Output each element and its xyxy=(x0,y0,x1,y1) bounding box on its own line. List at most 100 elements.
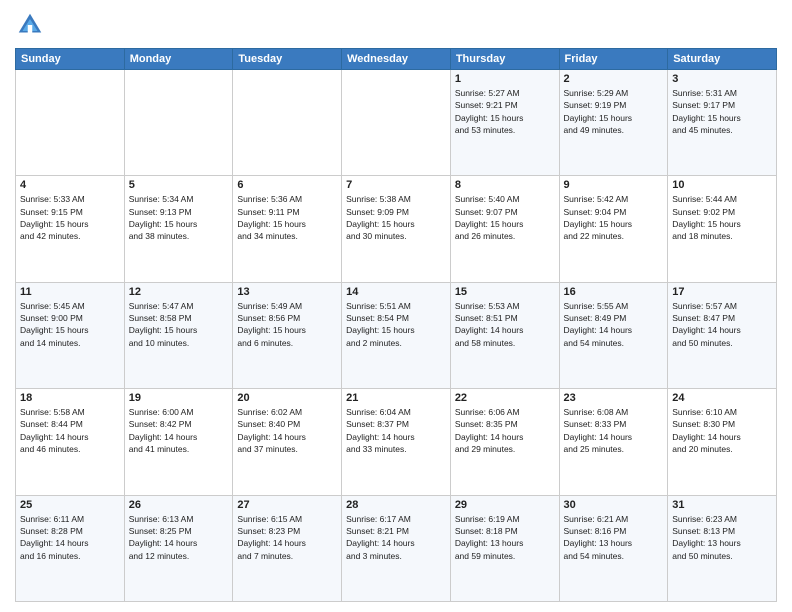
calendar-cell: 10 Sunrise: 5:44 AM Sunset: 9:02 PM Dayli… xyxy=(668,176,777,282)
day-number: 10 xyxy=(672,179,772,191)
day-info: Sunrise: 5:55 AM Sunset: 8:49 PM Dayligh… xyxy=(564,300,664,349)
day-info: Sunrise: 5:42 AM Sunset: 9:04 PM Dayligh… xyxy=(564,193,664,242)
day-number: 18 xyxy=(20,392,120,404)
calendar-cell xyxy=(124,70,233,176)
week-row-1: 1 Sunrise: 5:27 AM Sunset: 9:21 PM Daylig… xyxy=(16,70,777,176)
day-info: Sunrise: 6:00 AM Sunset: 8:42 PM Dayligh… xyxy=(129,406,229,455)
week-row-4: 18 Sunrise: 5:58 AM Sunset: 8:44 PM Dayli… xyxy=(16,389,777,495)
calendar-cell: 12 Sunrise: 5:47 AM Sunset: 8:58 PM Dayli… xyxy=(124,282,233,388)
day-number: 22 xyxy=(455,392,555,404)
day-number: 11 xyxy=(20,286,120,298)
day-number: 29 xyxy=(455,499,555,511)
header xyxy=(15,10,777,40)
calendar-cell: 17 Sunrise: 5:57 AM Sunset: 8:47 PM Dayli… xyxy=(668,282,777,388)
day-number: 19 xyxy=(129,392,229,404)
day-info: Sunrise: 6:10 AM Sunset: 8:30 PM Dayligh… xyxy=(672,406,772,455)
calendar-cell: 13 Sunrise: 5:49 AM Sunset: 8:56 PM Dayli… xyxy=(233,282,342,388)
day-info: Sunrise: 5:36 AM Sunset: 9:11 PM Dayligh… xyxy=(237,193,337,242)
day-info: Sunrise: 5:47 AM Sunset: 8:58 PM Dayligh… xyxy=(129,300,229,349)
calendar-cell: 14 Sunrise: 5:51 AM Sunset: 8:54 PM Dayli… xyxy=(342,282,451,388)
calendar-cell: 18 Sunrise: 5:58 AM Sunset: 8:44 PM Dayli… xyxy=(16,389,125,495)
calendar-cell: 20 Sunrise: 6:02 AM Sunset: 8:40 PM Dayli… xyxy=(233,389,342,495)
calendar-cell: 27 Sunrise: 6:15 AM Sunset: 8:23 PM Dayli… xyxy=(233,495,342,601)
day-info: Sunrise: 5:40 AM Sunset: 9:07 PM Dayligh… xyxy=(455,193,555,242)
weekday-wednesday: Wednesday xyxy=(342,49,451,70)
day-info: Sunrise: 6:08 AM Sunset: 8:33 PM Dayligh… xyxy=(564,406,664,455)
day-info: Sunrise: 5:33 AM Sunset: 9:15 PM Dayligh… xyxy=(20,193,120,242)
calendar-cell: 23 Sunrise: 6:08 AM Sunset: 8:33 PM Dayli… xyxy=(559,389,668,495)
day-info: Sunrise: 6:21 AM Sunset: 8:16 PM Dayligh… xyxy=(564,513,664,562)
day-number: 23 xyxy=(564,392,664,404)
calendar-cell: 26Sunrise: 6:13 AM Sunset: 8:25 PM Dayli… xyxy=(124,495,233,601)
day-info: Sunrise: 5:45 AM Sunset: 9:00 PM Dayligh… xyxy=(20,300,120,349)
day-info: Sunrise: 5:53 AM Sunset: 8:51 PM Dayligh… xyxy=(455,300,555,349)
day-number: 8 xyxy=(455,179,555,191)
calendar-cell: 1 Sunrise: 5:27 AM Sunset: 9:21 PM Daylig… xyxy=(450,70,559,176)
calendar-cell: 15 Sunrise: 5:53 AM Sunset: 8:51 PM Dayli… xyxy=(450,282,559,388)
weekday-saturday: Saturday xyxy=(668,49,777,70)
day-info: Sunrise: 5:58 AM Sunset: 8:44 PM Dayligh… xyxy=(20,406,120,455)
day-number: 1 xyxy=(455,73,555,85)
day-number: 14 xyxy=(346,286,446,298)
day-info: Sunrise: 5:44 AM Sunset: 9:02 PM Dayligh… xyxy=(672,193,772,242)
calendar-cell: 29 Sunrise: 6:19 AM Sunset: 8:18 PM Dayli… xyxy=(450,495,559,601)
day-info: Sunrise: 5:27 AM Sunset: 9:21 PM Dayligh… xyxy=(455,87,555,136)
day-number: 7 xyxy=(346,179,446,191)
day-info: Sunrise: 5:57 AM Sunset: 8:47 PM Dayligh… xyxy=(672,300,772,349)
calendar-cell xyxy=(342,70,451,176)
day-info: Sunrise: 6:11 AM Sunset: 8:28 PM Dayligh… xyxy=(20,513,120,562)
calendar-cell: 5 Sunrise: 5:34 AM Sunset: 9:13 PM Daylig… xyxy=(124,176,233,282)
weekday-monday: Monday xyxy=(124,49,233,70)
day-info: Sunrise: 5:49 AM Sunset: 8:56 PM Dayligh… xyxy=(237,300,337,349)
day-number: 15 xyxy=(455,286,555,298)
day-number: 21 xyxy=(346,392,446,404)
day-number: 27 xyxy=(237,499,337,511)
day-number: 31 xyxy=(672,499,772,511)
day-info: Sunrise: 6:17 AM Sunset: 8:21 PM Dayligh… xyxy=(346,513,446,562)
calendar-cell: 30 Sunrise: 6:21 AM Sunset: 8:16 PM Dayli… xyxy=(559,495,668,601)
day-number: 5 xyxy=(129,179,229,191)
calendar-cell: 16 Sunrise: 5:55 AM Sunset: 8:49 PM Dayli… xyxy=(559,282,668,388)
day-info: Sunrise: 6:02 AM Sunset: 8:40 PM Dayligh… xyxy=(237,406,337,455)
day-number: 20 xyxy=(237,392,337,404)
calendar-cell: 19 Sunrise: 6:00 AM Sunset: 8:42 PM Dayli… xyxy=(124,389,233,495)
day-number: 30 xyxy=(564,499,664,511)
calendar-cell: 6 Sunrise: 5:36 AM Sunset: 9:11 PM Daylig… xyxy=(233,176,342,282)
calendar-cell: 9 Sunrise: 5:42 AM Sunset: 9:04 PM Daylig… xyxy=(559,176,668,282)
day-info: Sunrise: 5:29 AM Sunset: 9:19 PM Dayligh… xyxy=(564,87,664,136)
day-number: 16 xyxy=(564,286,664,298)
day-info: Sunrise: 6:19 AM Sunset: 8:18 PM Dayligh… xyxy=(455,513,555,562)
logo xyxy=(15,10,47,40)
day-number: 6 xyxy=(237,179,337,191)
day-number: 17 xyxy=(672,286,772,298)
day-number: 13 xyxy=(237,286,337,298)
day-info: Sunrise: 6:15 AM Sunset: 8:23 PM Dayligh… xyxy=(237,513,337,562)
logo-icon xyxy=(15,10,45,40)
calendar-cell: 24 Sunrise: 6:10 AM Sunset: 8:30 PM Dayli… xyxy=(668,389,777,495)
weekday-thursday: Thursday xyxy=(450,49,559,70)
day-number: 9 xyxy=(564,179,664,191)
day-number: 3 xyxy=(672,73,772,85)
weekday-tuesday: Tuesday xyxy=(233,49,342,70)
week-row-5: 25Sunrise: 6:11 AM Sunset: 8:28 PM Dayli… xyxy=(16,495,777,601)
day-number: 12 xyxy=(129,286,229,298)
calendar-cell: 11 Sunrise: 5:45 AM Sunset: 9:00 PM Dayli… xyxy=(16,282,125,388)
calendar-cell: 25Sunrise: 6:11 AM Sunset: 8:28 PM Dayli… xyxy=(16,495,125,601)
calendar-table: SundayMondayTuesdayWednesdayThursdayFrid… xyxy=(15,48,777,602)
day-info: Sunrise: 5:38 AM Sunset: 9:09 PM Dayligh… xyxy=(346,193,446,242)
day-info: Sunrise: 6:23 AM Sunset: 8:13 PM Dayligh… xyxy=(672,513,772,562)
calendar-cell: 21 Sunrise: 6:04 AM Sunset: 8:37 PM Dayli… xyxy=(342,389,451,495)
weekday-header-row: SundayMondayTuesdayWednesdayThursdayFrid… xyxy=(16,49,777,70)
day-info: Sunrise: 5:31 AM Sunset: 9:17 PM Dayligh… xyxy=(672,87,772,136)
calendar-cell: 2Sunrise: 5:29 AM Sunset: 9:19 PM Daylig… xyxy=(559,70,668,176)
day-info: Sunrise: 5:34 AM Sunset: 9:13 PM Dayligh… xyxy=(129,193,229,242)
day-info: Sunrise: 5:51 AM Sunset: 8:54 PM Dayligh… xyxy=(346,300,446,349)
day-info: Sunrise: 6:04 AM Sunset: 8:37 PM Dayligh… xyxy=(346,406,446,455)
calendar-cell: 8 Sunrise: 5:40 AM Sunset: 9:07 PM Daylig… xyxy=(450,176,559,282)
calendar-cell: 28Sunrise: 6:17 AM Sunset: 8:21 PM Dayli… xyxy=(342,495,451,601)
day-number: 24 xyxy=(672,392,772,404)
calendar-cell: 4Sunrise: 5:33 AM Sunset: 9:15 PM Daylig… xyxy=(16,176,125,282)
calendar-cell xyxy=(16,70,125,176)
calendar-cell: 22Sunrise: 6:06 AM Sunset: 8:35 PM Dayli… xyxy=(450,389,559,495)
weekday-friday: Friday xyxy=(559,49,668,70)
